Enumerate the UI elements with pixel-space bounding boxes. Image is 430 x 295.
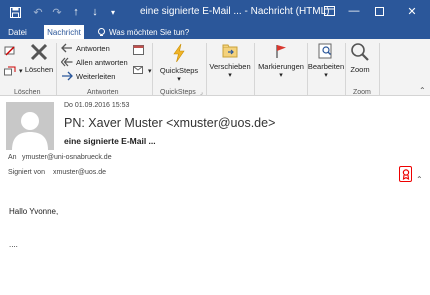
ribbon-separator bbox=[56, 43, 57, 95]
message-date: Do 01.09.2016 15:53 bbox=[64, 102, 130, 109]
editing-button[interactable]: Bearbeiten ▾ bbox=[306, 43, 346, 79]
quick-access-menu-icon[interactable]: ▾ bbox=[106, 5, 120, 19]
tab-file[interactable]: Datei bbox=[4, 25, 31, 39]
body-ellipsis: .... bbox=[9, 240, 18, 249]
group-label-delete: Löschen bbox=[14, 89, 41, 96]
tags-button[interactable]: Markierungen ▾ bbox=[256, 43, 306, 79]
reply-all-label: Allen antworten bbox=[76, 57, 128, 67]
ribbon-separator bbox=[379, 43, 380, 95]
reply-all-icon bbox=[61, 57, 73, 67]
delete-icon bbox=[29, 42, 49, 62]
ribbon-separator bbox=[152, 43, 153, 95]
reply-button[interactable]: Antworten bbox=[61, 43, 110, 53]
ignore-icon bbox=[4, 46, 15, 56]
move-label: Verschieben bbox=[209, 62, 251, 71]
reply-icon bbox=[61, 43, 72, 53]
cleanup-icon bbox=[4, 66, 16, 76]
ribbon-display-icon[interactable] bbox=[321, 3, 337, 19]
collapse-ribbon-icon[interactable]: ⌃ bbox=[419, 86, 426, 95]
message-from[interactable]: PN: Xaver Muster <xmuster@uos.de> bbox=[64, 116, 275, 130]
signed-by-label: Signiert von bbox=[8, 169, 45, 176]
lightning-icon bbox=[169, 43, 189, 63]
group-label-zoom: Zoom bbox=[353, 89, 371, 96]
more-respond-icon bbox=[133, 66, 143, 74]
undo-icon[interactable]: ↶ bbox=[31, 5, 45, 19]
close-icon[interactable]: ✕ bbox=[404, 3, 420, 19]
minimize-icon[interactable]: — bbox=[346, 3, 362, 19]
ribbon-separator bbox=[206, 43, 207, 95]
zoom-label: Zoom bbox=[350, 65, 370, 74]
up-arrow-icon[interactable]: ↑ bbox=[69, 5, 83, 19]
maximize-icon[interactable] bbox=[371, 3, 387, 19]
dialog-launcher-icon[interactable]: ⌟ bbox=[200, 89, 203, 96]
move-folder-icon bbox=[222, 43, 238, 59]
body-greeting: Hallo Yvonne, bbox=[9, 207, 59, 216]
meeting-icon bbox=[133, 45, 144, 55]
tell-me-label: Was möchten Sie tun? bbox=[109, 27, 190, 37]
to-label: An bbox=[8, 154, 17, 161]
ignore-button[interactable] bbox=[4, 45, 16, 57]
dropdown-arrow-icon: ▾ bbox=[148, 68, 152, 75]
ribbon-tabs: Datei Nachricht Was möchten Sie tun? bbox=[0, 25, 430, 39]
quicksteps-button[interactable]: QuickSteps ▾ bbox=[158, 43, 200, 83]
forward-button[interactable]: Weiterleiten bbox=[61, 71, 115, 81]
signature-badge-icon[interactable] bbox=[399, 166, 412, 182]
person-icon bbox=[12, 112, 48, 150]
group-label-respond: Antworten bbox=[87, 89, 119, 96]
forward-label: Weiterleiten bbox=[76, 71, 116, 81]
dropdown-arrow-icon: ▾ bbox=[324, 72, 328, 79]
dropdown-arrow-icon: ▾ bbox=[19, 68, 23, 75]
lightbulb-icon bbox=[98, 27, 105, 36]
tell-me-search[interactable]: Was möchten Sie tun? bbox=[97, 26, 189, 38]
zoom-button[interactable]: Zoom bbox=[347, 42, 373, 74]
delete-button[interactable]: Löschen bbox=[24, 42, 54, 74]
ribbon-separator bbox=[254, 43, 255, 95]
dropdown-arrow-icon: ▾ bbox=[279, 72, 283, 79]
editing-label: Bearbeiten bbox=[307, 62, 345, 71]
down-arrow-icon[interactable]: ↓ bbox=[88, 5, 102, 19]
forward-icon bbox=[62, 71, 73, 81]
magnifier-icon bbox=[350, 42, 370, 62]
to-value[interactable]: ymuster@uni-osnabrueck.de bbox=[22, 154, 112, 161]
signed-by-value[interactable]: xmuster@uos.de bbox=[53, 169, 106, 176]
tab-message[interactable]: Nachricht bbox=[44, 25, 84, 39]
delete-label: Löschen bbox=[24, 65, 54, 74]
meeting-button[interactable] bbox=[133, 44, 145, 55]
dropdown-arrow-icon: ▾ bbox=[177, 76, 181, 83]
reply-all-button[interactable]: Allen antworten bbox=[61, 57, 128, 67]
redo-icon[interactable]: ↷ bbox=[50, 5, 64, 19]
window-title: eine signierte E-Mail ... - Nachricht (H… bbox=[140, 6, 330, 17]
group-label-quicksteps: QuickSteps bbox=[160, 89, 196, 96]
reply-label: Antworten bbox=[76, 43, 110, 53]
dropdown-arrow-icon: ▾ bbox=[228, 72, 232, 79]
title-bar: ↶ ↷ ↑ ↓ ▾ eine signierte E-Mail ... - Na… bbox=[0, 0, 430, 25]
move-button[interactable]: Verschieben ▾ bbox=[208, 43, 252, 79]
collapse-header-icon[interactable]: ⌃ bbox=[416, 175, 423, 184]
more-respond-button[interactable]: ▾ bbox=[133, 66, 152, 76]
cleanup-button[interactable]: ▾ bbox=[4, 66, 23, 76]
message-subject: eine signierte E-Mail ... bbox=[64, 136, 156, 146]
find-icon bbox=[318, 43, 334, 59]
tags-label: Markierungen bbox=[258, 62, 304, 71]
flag-icon bbox=[273, 43, 289, 59]
ribbon-separator bbox=[345, 43, 346, 95]
save-icon[interactable] bbox=[8, 5, 22, 19]
avatar bbox=[6, 102, 54, 150]
quicksteps-label: QuickSteps bbox=[159, 66, 199, 75]
